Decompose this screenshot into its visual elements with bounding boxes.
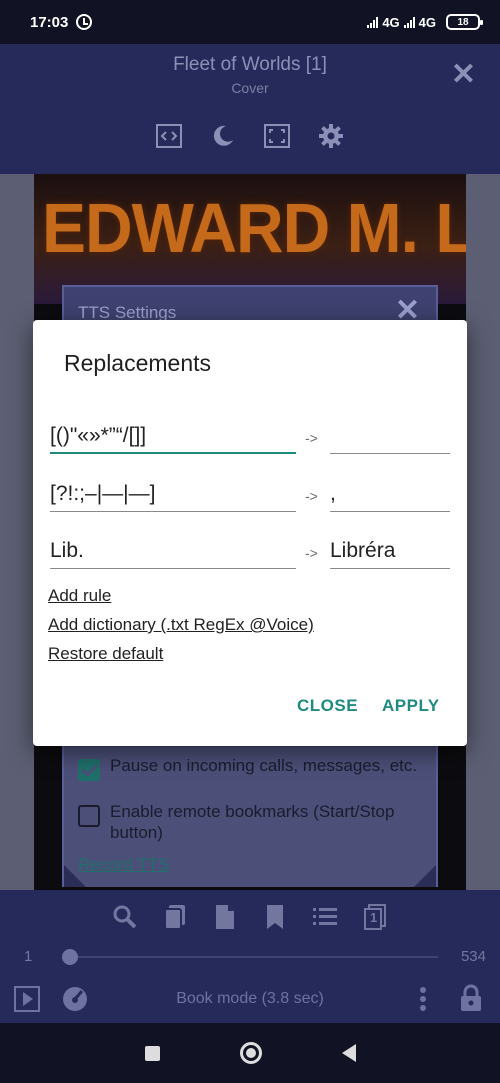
- rule-pattern-input[interactable]: Lib.: [50, 533, 296, 569]
- option-label: Pause on incoming calls, messages, etc.: [110, 756, 418, 775]
- option-remote-bookmarks[interactable]: Enable remote bookmarks (Start/Stop butt…: [78, 801, 418, 843]
- rule-replacement-input[interactable]: Libréra: [330, 533, 450, 569]
- record-tts-link[interactable]: Record TTS: [78, 855, 169, 875]
- fullscreen-icon[interactable]: [263, 122, 291, 150]
- dialog-title: Replacements: [64, 350, 212, 376]
- status-time: 17:03: [30, 13, 69, 31]
- page-max: 534: [460, 948, 486, 965]
- settings-gear-icon[interactable]: [317, 122, 345, 150]
- corner-decoration: [64, 865, 86, 887]
- rule-arrow: ->: [305, 430, 318, 446]
- rule-arrow: ->: [305, 488, 318, 504]
- status-indicators: 4G 4G 18: [367, 14, 483, 30]
- corner-decoration: [414, 865, 436, 887]
- page-icon-number: 1: [370, 910, 378, 925]
- battery-level: 18: [457, 16, 469, 28]
- add-rule-link[interactable]: Add rule: [48, 586, 111, 606]
- bookmark-icon[interactable]: [260, 902, 290, 932]
- replacement-rule: [()"«»*”“/[]] ->: [50, 418, 450, 458]
- page-slider-thumb[interactable]: [62, 949, 78, 965]
- page-slider-track[interactable]: [62, 956, 438, 958]
- signal-icon: [367, 16, 379, 28]
- alarm-icon: [76, 14, 93, 30]
- network-type-1: 4G: [382, 14, 400, 30]
- page-min: 1: [24, 948, 33, 965]
- replacement-rule: Lib. -> Libréra: [50, 533, 450, 573]
- rule-replacement-input[interactable]: ,: [330, 476, 450, 512]
- night-mode-icon[interactable]: [209, 122, 237, 150]
- apply-button[interactable]: APPLY: [382, 696, 440, 716]
- close-button[interactable]: CLOSE: [297, 696, 358, 716]
- reader-bottom-bar: 1 1 534 Book mode (3.8 sec): [0, 890, 500, 1023]
- restore-default-link[interactable]: Restore default: [48, 644, 163, 664]
- tts-options: Pause on incoming calls, messages, etc. …: [64, 747, 436, 887]
- search-icon[interactable]: [110, 902, 140, 932]
- rule-pattern-input[interactable]: [()"«»*”“/[]]: [50, 418, 296, 454]
- network-type-2: 4G: [418, 14, 436, 30]
- mode-row: Book mode (3.8 sec): [0, 984, 500, 1014]
- header-toolbar: [0, 122, 500, 150]
- reader-header: Fleet of Worlds [1] Cover ✕: [0, 44, 500, 174]
- option-label: Enable remote bookmarks (Start/Stop butt…: [110, 802, 395, 842]
- document-icon[interactable]: [210, 902, 240, 932]
- chapter-subtitle: Cover: [231, 80, 269, 96]
- close-book-icon[interactable]: ✕: [451, 60, 476, 90]
- status-bar: 17:03 4G 4G 18: [0, 0, 500, 44]
- lock-icon[interactable]: [460, 984, 482, 1017]
- rule-pattern-input[interactable]: [?!:;–|—|―]: [50, 476, 296, 512]
- book-title: Fleet of Worlds [1]: [173, 54, 327, 75]
- crop-margins-icon[interactable]: [155, 122, 183, 150]
- page-number-icon[interactable]: 1: [360, 902, 390, 932]
- signal-icon-2: [403, 16, 415, 28]
- checkbox-unchecked-icon[interactable]: [78, 805, 100, 827]
- system-nav-bar: [0, 1023, 500, 1083]
- option-pause-calls[interactable]: Pause on incoming calls, messages, etc.: [78, 755, 418, 781]
- more-options-icon[interactable]: [418, 986, 428, 1017]
- checkbox-checked-icon[interactable]: [78, 759, 100, 781]
- bottom-toolbar: 1: [0, 902, 500, 932]
- back-icon[interactable]: [341, 1044, 356, 1062]
- cover-author: EDWARD M. LERNER: [42, 189, 466, 267]
- replacement-rule: [?!:;–|—|―] -> ,: [50, 476, 450, 516]
- recents-icon[interactable]: [144, 1045, 160, 1061]
- battery-icon: 18: [446, 14, 483, 30]
- page-slider-row: 1 534: [0, 944, 500, 968]
- rule-arrow: ->: [305, 545, 318, 561]
- replacements-dialog: Replacements [()"«»*”“/[]] -> [?!:;–|—|―…: [33, 320, 467, 746]
- table-of-contents-icon[interactable]: [310, 902, 340, 932]
- rule-replacement-input[interactable]: [330, 418, 450, 454]
- library-icon[interactable]: [160, 902, 190, 932]
- home-icon[interactable]: [239, 1042, 262, 1064]
- add-dictionary-link[interactable]: Add dictionary (.txt RegEx @Voice): [48, 615, 314, 635]
